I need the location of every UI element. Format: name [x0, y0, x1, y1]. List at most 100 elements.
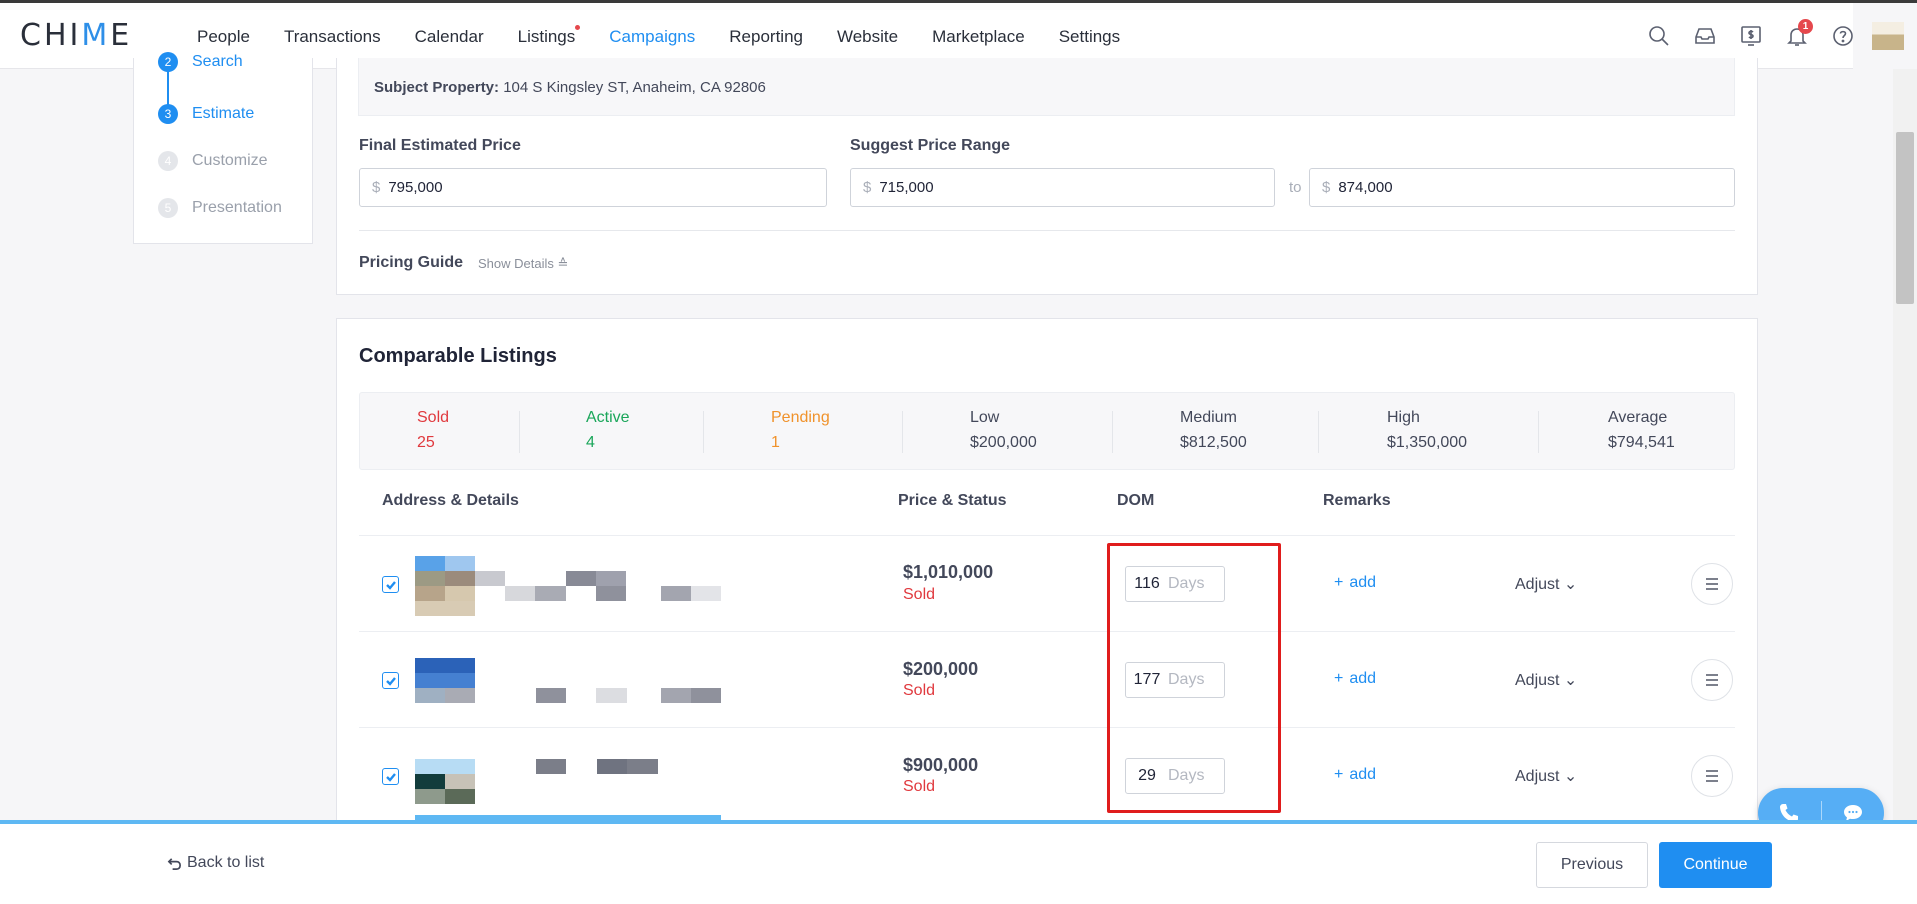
adjust-label: Adjust	[1515, 576, 1560, 593]
menu-lines-icon	[1706, 578, 1718, 590]
stat-value: 1	[771, 434, 780, 451]
col-dom: DOM	[1117, 492, 1155, 509]
logo-text-right: E	[110, 18, 133, 53]
stat-active[interactable]: Active 4	[586, 409, 630, 452]
range-low-input[interactable]: $715,000	[850, 168, 1275, 207]
stat-pending[interactable]: Pending 1	[771, 409, 830, 452]
chevron-down-icon: ⌄	[1563, 768, 1578, 785]
step-label: Search	[192, 53, 243, 70]
listing-photo[interactable]	[415, 759, 475, 804]
range-to-label: to	[1289, 179, 1302, 196]
stat-value: $1,350,000	[1387, 434, 1468, 451]
range-low-value: 715,000	[879, 179, 934, 196]
row-checkbox[interactable]	[382, 672, 399, 689]
add-remark-button[interactable]: + add	[1334, 670, 1376, 688]
undo-arrow-icon	[167, 857, 181, 870]
stat-value: $794,541	[1608, 434, 1675, 451]
col-address: Address & Details	[382, 492, 519, 509]
adjust-dropdown[interactable]: Adjust ⌄	[1515, 574, 1577, 594]
listing-price: $200,000	[903, 659, 979, 679]
scrollbar-thumb[interactable]	[1896, 132, 1914, 304]
listings-notification-dot	[575, 25, 581, 30]
step-search[interactable]: 2 Search	[158, 52, 243, 72]
stat-separator	[1318, 411, 1319, 453]
table-row: $1,010,000 Sold 116 Days + add Adjust ⌄	[359, 535, 1735, 631]
wizard-steps: 2 Search 3 Estimate 4 Customize 5 Presentati…	[133, 52, 313, 244]
step-estimate[interactable]: 3 Estimate	[158, 104, 254, 124]
stat-separator	[1112, 411, 1113, 453]
adjust-dropdown[interactable]: Adjust ⌄	[1515, 670, 1577, 690]
stat-average: Average $794,541	[1608, 409, 1675, 452]
stat-label: Average	[1608, 409, 1668, 426]
bell-icon[interactable]: 1	[1774, 3, 1820, 69]
listing-status: Sold	[903, 778, 936, 795]
nav-listings-label: Listings	[517, 27, 576, 46]
row-menu-button[interactable]	[1691, 659, 1733, 701]
step-presentation[interactable]: 5 Presentation	[158, 198, 282, 218]
plus-icon: +	[1334, 574, 1344, 591]
chime-logo[interactable]: CHIME	[20, 18, 132, 53]
double-chevron-down-icon: ≙	[557, 256, 569, 271]
add-label: add	[1349, 574, 1377, 591]
adjust-dropdown[interactable]: Adjust ⌄	[1515, 766, 1577, 786]
footer-bar: Back to list Previous Continue	[0, 824, 1917, 904]
listing-status: Sold	[903, 682, 936, 699]
help-icon[interactable]	[1820, 3, 1866, 69]
stat-sold[interactable]: Sold 25	[417, 409, 449, 452]
listing-price: $900,000	[903, 755, 979, 775]
listing-address-redacted	[475, 571, 665, 601]
adjust-label: Adjust	[1515, 672, 1560, 689]
subject-property: Subject Property: 104 S Kingsley ST, Ana…	[358, 58, 1735, 116]
stat-value: 4	[586, 434, 595, 451]
range-high-value: 874,000	[1338, 179, 1393, 196]
final-price-input[interactable]: $795,000	[359, 168, 827, 207]
stat-value: $812,500	[1180, 434, 1247, 451]
row-checkbox[interactable]	[382, 576, 399, 593]
listing-address-redacted	[661, 586, 721, 601]
menu-lines-icon	[1706, 770, 1718, 782]
stat-value: 25	[417, 434, 435, 451]
plus-icon: +	[1334, 766, 1344, 783]
add-remark-button[interactable]: + add	[1334, 574, 1376, 592]
back-to-list-link[interactable]: Back to list	[167, 854, 264, 872]
continue-button[interactable]: Continue	[1659, 842, 1772, 888]
stat-high: High $1,350,000	[1387, 409, 1467, 452]
step-customize[interactable]: 4 Customize	[158, 151, 268, 171]
estimate-divider	[359, 230, 1735, 231]
notification-badge: 1	[1798, 19, 1813, 34]
show-details-toggle[interactable]: Show Details ≙	[478, 256, 568, 272]
final-price-label: Final Estimated Price	[359, 137, 521, 154]
col-remarks: Remarks	[1323, 492, 1391, 509]
currency-symbol: $	[1322, 179, 1331, 196]
stat-label: Active	[586, 409, 630, 426]
dom-highlight-box	[1107, 543, 1281, 813]
add-label: add	[1349, 670, 1377, 687]
table-row: $200,000 Sold 177 Days + add Adjust ⌄	[359, 631, 1735, 727]
step-number: 5	[158, 198, 178, 218]
stat-label: Low	[970, 409, 1000, 426]
stat-separator	[519, 411, 520, 453]
stat-label: Pending	[771, 409, 830, 426]
previous-button[interactable]: Previous	[1536, 842, 1648, 888]
chevron-down-icon: ⌄	[1563, 672, 1578, 689]
user-avatar[interactable]	[1872, 22, 1904, 50]
stat-label: High	[1387, 409, 1420, 426]
listing-address-redacted	[445, 688, 665, 703]
stat-low: Low $200,000	[970, 409, 1037, 452]
table-row: $900,000 Sold 29 Days + add Adjust ⌄	[359, 727, 1735, 823]
add-remark-button[interactable]: + add	[1334, 766, 1376, 784]
row-menu-button[interactable]	[1691, 755, 1733, 797]
back-label: Back to list	[187, 854, 265, 871]
step-number: 2	[158, 52, 178, 72]
row-checkbox[interactable]	[382, 768, 399, 785]
subject-label: Subject Property:	[374, 79, 500, 96]
range-high-input[interactable]: $874,000	[1309, 168, 1735, 207]
stat-separator	[1538, 411, 1539, 453]
menu-lines-icon	[1706, 674, 1718, 686]
price-range-label: Suggest Price Range	[850, 137, 1011, 154]
row-menu-button[interactable]	[1691, 563, 1733, 605]
col-price-status: Price & Status	[898, 492, 1007, 509]
stat-label: Medium	[1180, 409, 1237, 426]
step-label: Customize	[192, 152, 268, 169]
listing-photo[interactable]	[415, 556, 475, 616]
